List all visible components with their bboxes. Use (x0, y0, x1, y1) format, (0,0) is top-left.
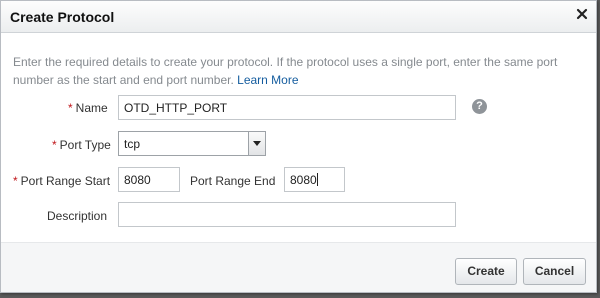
cancel-button[interactable]: Cancel (523, 258, 586, 285)
chevron-down-icon[interactable] (248, 132, 265, 155)
port-type-label: * Port Type (52, 138, 111, 152)
port-range-start-field[interactable]: 8080 (118, 167, 180, 192)
dialog-body: Enter the required details to create you… (1, 34, 596, 242)
dialog-titlebar: Create Protocol (1, 1, 596, 33)
learn-more-link[interactable]: Learn More (237, 73, 298, 87)
port-range-end-value: 8080 (290, 173, 317, 187)
required-marker: * (52, 138, 57, 152)
close-icon[interactable] (575, 7, 589, 21)
create-button[interactable]: Create (455, 258, 517, 285)
port-range-end-label: Port Range End (190, 174, 276, 188)
name-label: * Name (68, 101, 108, 115)
help-icon[interactable]: ? (472, 99, 487, 114)
dialog-title: Create Protocol (10, 9, 115, 25)
description-label: Description (47, 209, 108, 223)
name-field[interactable]: OTD_HTTP_PORT (118, 95, 456, 120)
required-marker: * (13, 174, 18, 188)
port-range-end-field[interactable]: 8080 (284, 167, 345, 192)
port-range-start-label: * Port Range Start (13, 174, 111, 188)
dialog-footer: Create Cancel (1, 242, 596, 292)
required-marker: * (68, 101, 73, 115)
instructions-text: Enter the required details to create you… (13, 53, 588, 89)
port-type-value: tcp (124, 137, 141, 151)
port-type-select[interactable]: tcp (118, 131, 266, 156)
description-field[interactable] (118, 202, 456, 227)
create-protocol-dialog: Create Protocol Enter the required detai… (0, 0, 597, 293)
text-cursor (316, 173, 318, 186)
